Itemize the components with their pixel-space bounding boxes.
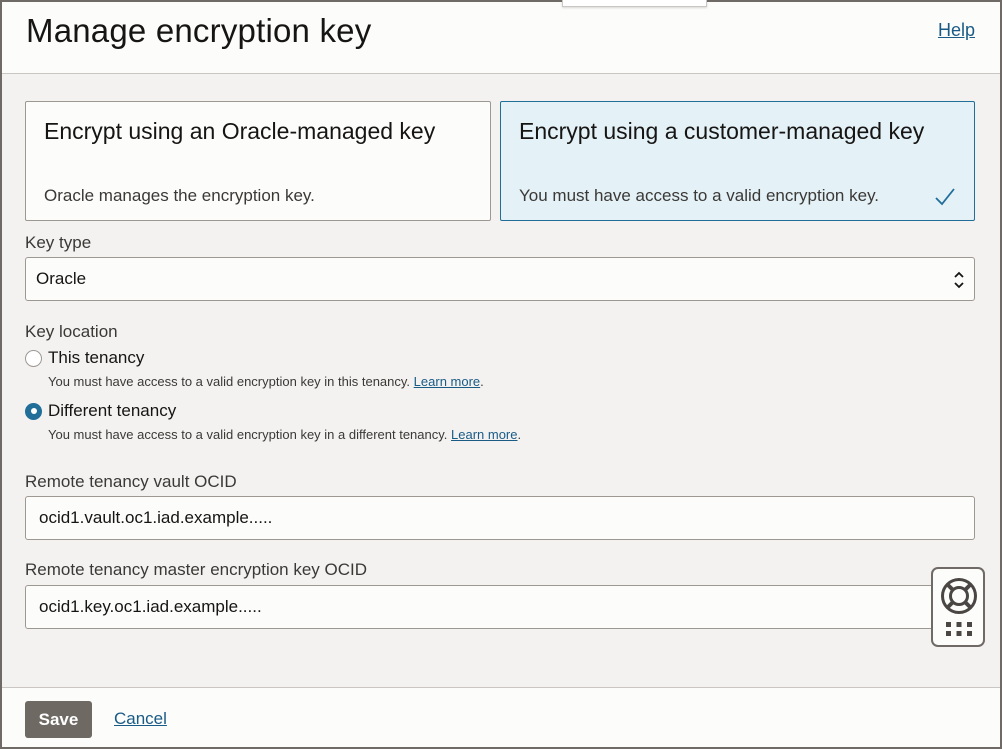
radio-button[interactable]	[25, 349, 42, 367]
save-button[interactable]: Save	[25, 701, 92, 738]
learn-more-link[interactable]: Learn more	[451, 427, 517, 442]
this-tenancy-hint: You must have access to a valid encrypti…	[48, 374, 484, 389]
key-location-label: Key location	[25, 322, 118, 341]
key-type-select[interactable]: Oracle	[25, 257, 975, 301]
hint-text: You must have access to a valid encrypti…	[48, 427, 448, 442]
key-ocid-input[interactable]	[25, 585, 975, 629]
vault-ocid-label: Remote tenancy vault OCID	[25, 472, 237, 491]
option-title: Encrypt using a customer-managed key	[519, 118, 925, 144]
vault-ocid-input[interactable]	[25, 496, 975, 540]
cancel-link[interactable]: Cancel	[114, 709, 167, 729]
radio-label: Different tenancy	[48, 401, 177, 420]
grid-menu-icon	[946, 622, 972, 636]
key-ocid-label: Remote tenancy master encryption key OCI…	[25, 560, 368, 579]
key-type-value: Oracle	[36, 269, 87, 288]
option-description: You must have access to a valid encrypti…	[519, 186, 880, 205]
lifebuoy-icon	[941, 578, 977, 614]
option-description: Oracle manages the encryption key.	[44, 186, 315, 205]
sort-arrows-icon	[954, 271, 964, 289]
page-title: Manage encryption key	[26, 12, 372, 49]
radio-button-selected[interactable]	[25, 402, 42, 420]
learn-more-link[interactable]: Learn more	[414, 374, 480, 389]
help-widget[interactable]	[931, 567, 985, 647]
oracle-managed-key-option[interactable]: Encrypt using an Oracle-managed key Orac…	[25, 101, 491, 221]
radio-this-tenancy[interactable]: This tenancy	[25, 348, 144, 368]
dialog-footer: Save Cancel	[2, 687, 1000, 747]
radio-label: This tenancy	[48, 348, 145, 367]
hint-text: You must have access to a valid encrypti…	[48, 374, 411, 389]
key-type-label: Key type	[25, 233, 92, 252]
radio-different-tenancy[interactable]: Different tenancy	[25, 401, 176, 421]
customer-managed-key-option[interactable]: Encrypt using a customer-managed key You…	[500, 101, 975, 221]
option-title: Encrypt using an Oracle-managed key	[44, 118, 436, 144]
different-tenancy-hint: You must have access to a valid encrypti…	[48, 427, 522, 442]
help-link[interactable]: Help	[938, 20, 975, 41]
dialog-header: Manage encryption key Help	[2, 2, 1000, 74]
checkmark-icon	[935, 188, 955, 206]
tooltip-fragment	[562, 0, 707, 7]
